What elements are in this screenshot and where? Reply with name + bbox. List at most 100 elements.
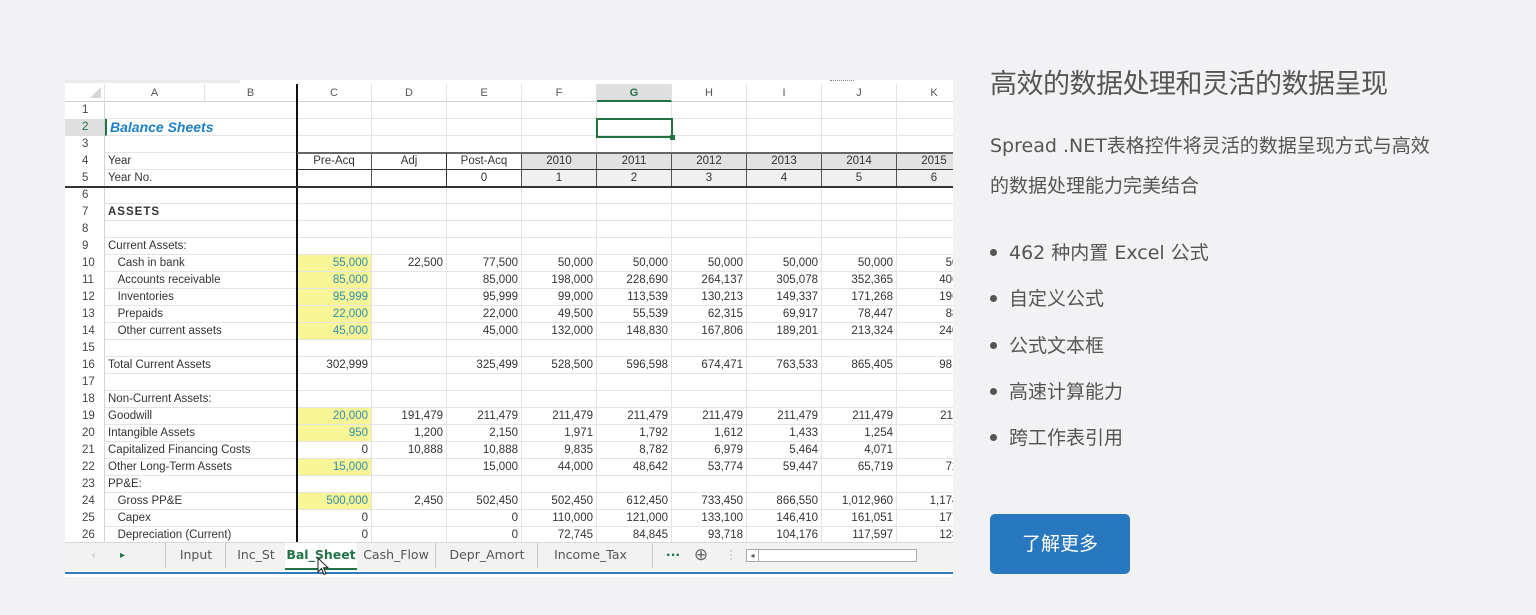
cell-value[interactable]: 22,500 bbox=[372, 255, 447, 272]
cell-value[interactable]: 72,6 bbox=[897, 459, 953, 476]
row-header[interactable]: 7 bbox=[65, 204, 105, 221]
sheet-tab-input[interactable]: Input bbox=[165, 543, 226, 568]
row-header[interactable]: 1 bbox=[65, 102, 105, 119]
cell-value[interactable] bbox=[372, 187, 447, 204]
cell-value[interactable] bbox=[597, 204, 672, 221]
cell-value[interactable]: 0 bbox=[297, 510, 372, 527]
column-header-e[interactable]: E bbox=[447, 84, 522, 102]
cell-value[interactable]: 352,365 bbox=[822, 272, 897, 289]
cell-value[interactable]: 121,000 bbox=[597, 510, 672, 527]
cell-value[interactable]: 49,500 bbox=[522, 306, 597, 323]
cell-label[interactable] bbox=[105, 340, 205, 357]
cell-value[interactable]: 240,5 bbox=[897, 323, 953, 340]
row-header[interactable]: 20 bbox=[65, 425, 105, 442]
cell-value[interactable] bbox=[372, 323, 447, 340]
cell-value[interactable]: 15,000 bbox=[447, 459, 522, 476]
select-all-corner[interactable] bbox=[65, 84, 105, 102]
cell-value[interactable] bbox=[672, 136, 747, 153]
cell-value[interactable]: 196,4 bbox=[897, 289, 953, 306]
cell-value[interactable]: 2 bbox=[597, 170, 672, 187]
cell-value[interactable]: 45,000 bbox=[447, 323, 522, 340]
cell-value[interactable] bbox=[372, 170, 447, 187]
cell-value[interactable] bbox=[897, 119, 953, 136]
cell-value[interactable] bbox=[672, 102, 747, 119]
cell-value[interactable]: 5 bbox=[822, 170, 897, 187]
cell-value[interactable]: 69,917 bbox=[747, 306, 822, 323]
cell-value[interactable] bbox=[897, 136, 953, 153]
cell-label[interactable]: Cash in bank bbox=[105, 255, 205, 272]
cell-value[interactable]: 9,835 bbox=[522, 442, 597, 459]
cell-value[interactable]: 2014 bbox=[822, 153, 897, 170]
row-header[interactable]: 11 bbox=[65, 272, 105, 289]
cell-value[interactable] bbox=[372, 510, 447, 527]
cell-value[interactable]: 302,999 bbox=[297, 357, 372, 374]
cell-label[interactable] bbox=[105, 221, 205, 238]
split-handle[interactable] bbox=[830, 80, 854, 82]
cell-value[interactable]: 177,1 bbox=[897, 510, 953, 527]
cell-value[interactable] bbox=[297, 170, 372, 187]
cell-value[interactable]: 146,410 bbox=[747, 510, 822, 527]
cell-value[interactable] bbox=[297, 374, 372, 391]
row-header[interactable]: 2 bbox=[65, 119, 105, 136]
cell-value[interactable] bbox=[672, 221, 747, 238]
cell-value[interactable] bbox=[522, 476, 597, 493]
cell-empty[interactable] bbox=[205, 238, 297, 255]
cell-value[interactable]: 44,000 bbox=[522, 459, 597, 476]
cell-value[interactable]: 211,479 bbox=[822, 408, 897, 425]
cell-value[interactable]: 264,137 bbox=[672, 272, 747, 289]
cell-value[interactable] bbox=[672, 391, 747, 408]
cell-value[interactable] bbox=[747, 476, 822, 493]
cell-value[interactable] bbox=[897, 391, 953, 408]
cell-value[interactable] bbox=[897, 187, 953, 204]
cell-empty[interactable] bbox=[205, 272, 297, 289]
cell-value[interactable] bbox=[297, 136, 372, 153]
cell-value[interactable] bbox=[897, 221, 953, 238]
cell-value[interactable]: 53,774 bbox=[672, 459, 747, 476]
cell-value[interactable]: 198,000 bbox=[522, 272, 597, 289]
cell-value[interactable]: 149,337 bbox=[747, 289, 822, 306]
cell-value[interactable] bbox=[297, 238, 372, 255]
cell-empty[interactable] bbox=[205, 119, 297, 136]
cell-value[interactable] bbox=[597, 102, 672, 119]
column-header-h[interactable]: H bbox=[672, 84, 747, 102]
row-header[interactable]: 8 bbox=[65, 221, 105, 238]
cell-value[interactable]: 95,999 bbox=[297, 289, 372, 306]
cell-value[interactable] bbox=[672, 476, 747, 493]
cell-value[interactable]: 596,598 bbox=[597, 357, 672, 374]
cell-value[interactable]: 866,550 bbox=[747, 493, 822, 510]
cell-value[interactable] bbox=[672, 204, 747, 221]
cell-value[interactable]: 189,201 bbox=[747, 323, 822, 340]
cell-value[interactable]: 5,464 bbox=[747, 442, 822, 459]
cell-value[interactable] bbox=[372, 238, 447, 255]
cell-value[interactable] bbox=[597, 374, 672, 391]
cell-value[interactable] bbox=[822, 374, 897, 391]
cell-empty[interactable] bbox=[205, 255, 297, 272]
add-sheet-icon[interactable]: ⊕ bbox=[691, 543, 711, 568]
cell-empty[interactable] bbox=[205, 289, 297, 306]
row-header[interactable]: 19 bbox=[65, 408, 105, 425]
cell-value[interactable]: 211,479 bbox=[747, 408, 822, 425]
cell-value[interactable] bbox=[372, 289, 447, 306]
cell-value[interactable]: 1,612 bbox=[672, 425, 747, 442]
cell-value[interactable]: 406,9 bbox=[897, 272, 953, 289]
cell-empty[interactable] bbox=[205, 493, 297, 510]
cell-value[interactable]: 84,845 bbox=[597, 527, 672, 542]
cell-value[interactable] bbox=[897, 102, 953, 119]
row-header[interactable]: 9 bbox=[65, 238, 105, 255]
cell-value[interactable]: 65,719 bbox=[822, 459, 897, 476]
cell-value[interactable]: 132,000 bbox=[522, 323, 597, 340]
cell-value[interactable]: 8,782 bbox=[597, 442, 672, 459]
cell-value[interactable]: 1 bbox=[522, 170, 597, 187]
cell-value[interactable] bbox=[897, 340, 953, 357]
cell-value[interactable]: 502,450 bbox=[447, 493, 522, 510]
cell-value[interactable] bbox=[447, 102, 522, 119]
column-header-j[interactable]: J bbox=[822, 84, 897, 102]
cell-value[interactable] bbox=[522, 238, 597, 255]
cell-value[interactable]: 2012 bbox=[672, 153, 747, 170]
cell-value[interactable]: 88,0 bbox=[897, 306, 953, 323]
cell-label[interactable]: Intangible Assets bbox=[105, 425, 205, 442]
cell-value[interactable] bbox=[897, 476, 953, 493]
cell-value[interactable]: 865,405 bbox=[822, 357, 897, 374]
row-header[interactable]: 24 bbox=[65, 493, 105, 510]
cell-value[interactable] bbox=[372, 102, 447, 119]
